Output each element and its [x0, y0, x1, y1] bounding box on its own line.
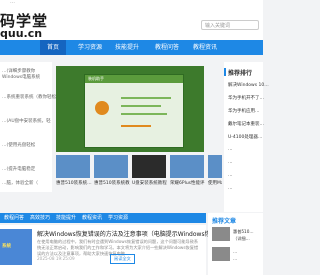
category-tabs: 教程问答 高效技巧 技能提升 教程资讯 学习资源 — [0, 213, 206, 223]
banner-line — [121, 105, 161, 107]
left-list-item[interactable]: …(使用光盘轻松 — [2, 142, 35, 148]
article-thumb-label: 系统 — [2, 244, 11, 249]
site-header: 码学堂 quu.cn 输入关键词 — [0, 6, 263, 40]
main-nav: 首页 学习资源 技能提升 教程问答 教程资讯 — [0, 40, 263, 55]
left-list-item[interactable]: …(提升电脑稳定 — [2, 166, 35, 172]
recommended-thumb[interactable] — [212, 247, 230, 261]
ranking-item[interactable]: … — [228, 173, 233, 178]
ranking-item[interactable]: … — [228, 147, 233, 152]
left-list-item[interactable]: …(AU盘中安装系统，轻 — [2, 118, 51, 124]
banner-window-title: 装机助手 — [85, 75, 183, 83]
tab-resources[interactable]: 学习资源 — [108, 213, 128, 223]
tab-tips[interactable]: 高效技巧 — [30, 213, 50, 223]
ranking-item[interactable]: 华为手机开不了… — [228, 95, 264, 101]
recommended-item[interactable]: … — [233, 256, 237, 261]
thumb-caption[interactable]: U盘安装系统教程 — [132, 180, 168, 186]
thumb-image[interactable] — [170, 155, 204, 178]
tab-skills[interactable]: 技能提升 — [56, 213, 76, 223]
recommended-panel: 推荐文章 惠普510… （详细… … … — [208, 213, 263, 275]
left-article-list: …(详细步骤教你 Windows电脑系统 …系统重装系统（教你轻松 …(AU盘中… — [0, 62, 56, 192]
banner-line — [121, 97, 171, 99]
thumb-image[interactable] — [94, 155, 128, 178]
nav-news[interactable]: 教程资讯 — [193, 40, 217, 55]
nav-skills[interactable]: 技能提升 — [115, 40, 139, 55]
article-card: 系统 解决Windows恢复错误的方法及注意事项（电脑提示Windows恢复错 … — [0, 225, 223, 275]
recommended-item[interactable]: 惠普510… — [233, 229, 254, 235]
nav-home[interactable]: 首页 — [40, 40, 66, 55]
read-more-button[interactable]: 阅读全文 — [110, 254, 135, 264]
banner-line — [121, 113, 167, 115]
ranking-item[interactable]: U-4100处理器… — [228, 134, 262, 140]
thumb-caption[interactable]: 荣耀6Plus性能评 — [170, 180, 206, 186]
banner-line — [121, 125, 151, 127]
tab-qa[interactable]: 教程问答 — [4, 213, 24, 223]
article-title[interactable]: 解决Windows恢复错误的方法及注意事项（电脑提示Windows恢复错 — [37, 229, 223, 238]
featured-banner[interactable]: 装机助手 — [56, 66, 204, 152]
article-thumb[interactable]: 系统 — [0, 229, 32, 265]
left-list-item[interactable]: …系统重装系统（教你轻松 — [2, 94, 56, 100]
thumb-image[interactable] — [132, 155, 166, 178]
logo-url[interactable]: quu.cn — [0, 27, 42, 40]
thumb-image[interactable] — [208, 155, 222, 178]
recommended-thumb[interactable] — [212, 227, 230, 241]
tab-news[interactable]: 教程资讯 — [82, 213, 102, 223]
recommended-item[interactable]: （详细… — [233, 236, 250, 242]
recommended-header: 推荐文章 — [212, 218, 237, 225]
ranking-item[interactable]: … — [228, 186, 233, 191]
search-input[interactable]: 输入关键词 — [201, 20, 259, 30]
ranking-item[interactable]: 解决Windows 10… — [228, 82, 269, 88]
banner-logo-icon — [95, 101, 109, 115]
thumb-caption[interactable]: 惠普510装系统… — [56, 180, 92, 186]
banner-window: 装机助手 — [84, 74, 184, 148]
left-list-item[interactable]: …脑，体验全新（ — [2, 180, 38, 186]
recommended-item[interactable]: … — [233, 249, 237, 254]
left-list-item[interactable]: Windows电脑系统 — [2, 74, 40, 80]
ranking-panel: 推荐排行 解决Windows 10… 华为手机开不了… 华为手机应用… 戴尔笔记… — [224, 62, 269, 212]
thumb-caption[interactable]: 惠普510装系统教… — [94, 180, 130, 186]
nav-qa[interactable]: 教程问答 — [155, 40, 179, 55]
article-date: 2025-08 19:25:09 — [37, 256, 75, 261]
nav-resources[interactable]: 学习资源 — [78, 40, 102, 55]
ranking-header: 推荐排行 — [228, 70, 253, 77]
ranking-item[interactable]: 戴尔笔记本重装… — [228, 121, 264, 127]
top-bar-text: … — [10, 0, 15, 5]
ranking-item[interactable]: 华为手机应用… — [228, 108, 260, 114]
ranking-header-bar — [224, 68, 226, 76]
thumb-caption[interactable]: 使用Ma — [208, 180, 222, 186]
thumb-image[interactable] — [56, 155, 90, 178]
ranking-item[interactable]: … — [228, 160, 233, 165]
